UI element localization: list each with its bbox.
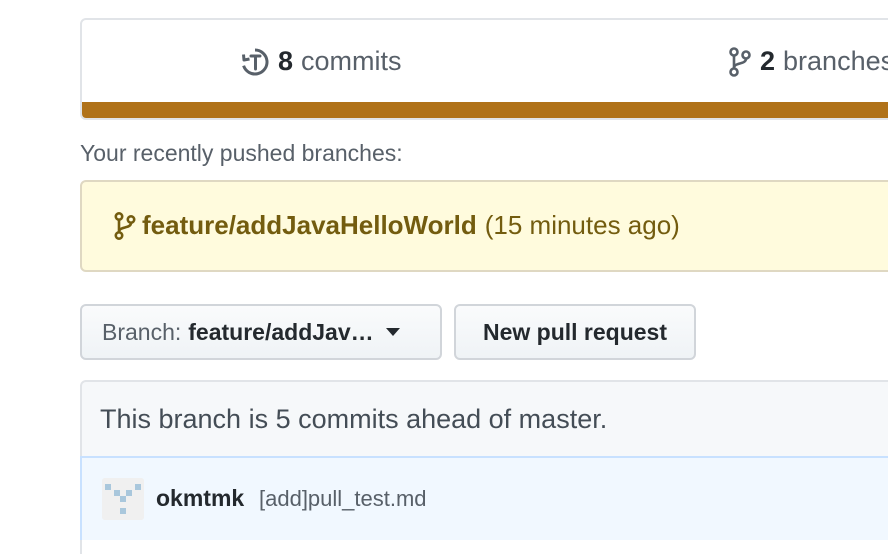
- new-pull-request-button[interactable]: New pull request: [454, 304, 696, 360]
- recent-branch-banner: feature/addJavaHelloWorld (15 minutes ag…: [80, 180, 888, 272]
- recent-branch-link[interactable]: feature/addJavaHelloWorld: [142, 210, 477, 241]
- commits-count: 8: [278, 46, 294, 76]
- git-branch-icon: [114, 211, 136, 240]
- commit-tease-footer: [80, 540, 888, 554]
- branch-status-text: This branch is 5 commits ahead of master…: [100, 404, 608, 434]
- branches-count: 2: [760, 46, 776, 76]
- language-bar[interactable]: [82, 102, 888, 118]
- commit-author[interactable]: okmtmk: [156, 485, 244, 512]
- branch-select-value: feature/addJav…: [188, 318, 374, 345]
- commit-tease: okmtmk [add]pull_test.md: [80, 456, 888, 542]
- commit-message[interactable]: [add]pull_test.md: [259, 486, 427, 512]
- avatar[interactable]: [102, 478, 144, 520]
- commits-label: commits: [301, 46, 402, 76]
- branch-select-prefix: Branch:: [102, 318, 182, 345]
- git-branch-icon: [729, 46, 751, 77]
- branches-link[interactable]: 2 branches: [728, 46, 888, 77]
- branches-label: branches: [783, 46, 888, 76]
- commits-link[interactable]: 8 commits: [240, 46, 402, 77]
- repo-summary: 8 commits 2 branches: [80, 18, 888, 120]
- branch-select-button[interactable]: Branch: feature/addJav…: [80, 304, 442, 360]
- recent-branch-time: (15 minutes ago): [484, 210, 680, 240]
- branch-status-box: This branch is 5 commits ahead of master…: [80, 380, 888, 460]
- caret-down-icon: [385, 328, 400, 336]
- recent-branches-label: Your recently pushed branches:: [80, 140, 403, 166]
- history-icon: [242, 48, 269, 75]
- numbers-summary: 8 commits 2 branches: [82, 20, 888, 104]
